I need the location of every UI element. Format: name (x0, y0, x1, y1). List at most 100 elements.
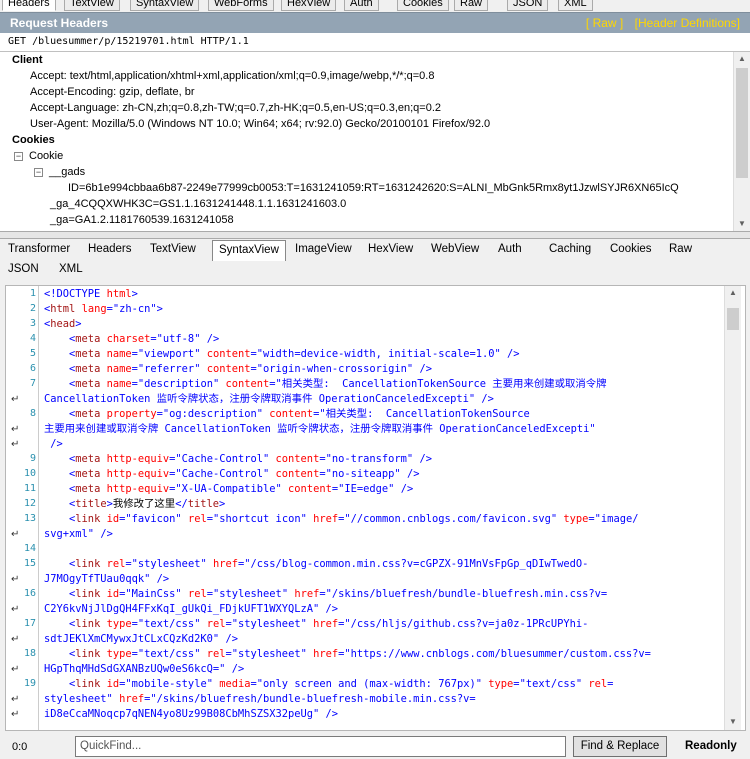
quickfind-input[interactable]: QuickFind... (75, 736, 566, 757)
header-definitions-link[interactable]: [Header Definitions] (635, 16, 740, 30)
tab-hexview[interactable]: HexView (281, 0, 337, 11)
scroll-down-arrow-icon[interactable]: ▼ (725, 715, 741, 729)
tab-webforms[interactable]: WebForms (208, 0, 274, 11)
tab-syntaxview[interactable]: SyntaxView (212, 240, 286, 261)
top-tab-strip: Headers TextView SyntaxView WebForms Hex… (0, 0, 750, 12)
gads-node[interactable]: − __gads (34, 166, 85, 178)
wrap-arrow-icon: ↵ (11, 424, 20, 435)
code-line: <meta charset="utf-8" /> (69, 333, 220, 345)
code-line: sdtJEKlXmCMywxJtCLxCQzKd2K0" /> (44, 633, 238, 645)
wrap-arrow-icon: ↵ (11, 439, 20, 450)
scroll-thumb[interactable] (727, 308, 739, 330)
tab-headers[interactable]: Headers (82, 240, 137, 260)
client-section-label: Client (12, 54, 43, 66)
line-number: 11 (23, 483, 36, 494)
code-line: <link type="text/css" rel="stylesheet" h… (69, 618, 589, 630)
line-number: 2 (29, 303, 36, 314)
code-line: <meta name="viewport" content="width=dev… (69, 348, 520, 360)
code-line: <!DOCTYPE html> (44, 288, 138, 300)
tab-webview[interactable]: WebView (425, 240, 485, 260)
tab-transformer[interactable]: Transformer (2, 240, 76, 260)
tab-raw[interactable]: Raw (454, 0, 489, 11)
scroll-down-arrow-icon[interactable]: ▼ (734, 217, 750, 231)
line-number: 13 (23, 513, 36, 524)
code-line: <link id="favicon" rel="shortcut icon" h… (69, 513, 639, 525)
tab-hexview[interactable]: HexView (362, 240, 419, 260)
pane-splitter[interactable] (0, 231, 750, 239)
cookie-ga: _ga=GA1.2.1181760539.1631241058 (50, 214, 234, 226)
line-number: 7 (29, 378, 36, 389)
code-line: <head> (44, 318, 82, 330)
cookie-node[interactable]: − Cookie (14, 150, 63, 162)
wrap-arrow-icon: ↵ (11, 529, 20, 540)
line-number-gutter: 1 2 3 4 5 6 7 ↵ 8 ↵ ↵ 9 10 11 12 13 ↵ 14 15 ↵ 16 ↵ 17 ↵ 18 ↵ 19 ↵ ↵ (6, 286, 39, 730)
headers-tree: Client Accept: text/html,application/xht… (0, 52, 750, 231)
tab-auth[interactable]: Auth (492, 240, 528, 260)
header-accept-language: Accept-Language: zh-CN,zh;q=0.8,zh-TW;q=… (30, 102, 442, 114)
wrap-arrow-icon: ↵ (11, 664, 20, 675)
response-tab-strip: Transformer Headers TextView SyntaxView … (0, 239, 750, 281)
wrap-arrow-icon: ↵ (11, 574, 20, 585)
code-line: J7MOgyTfTUau0qqk" /> (44, 573, 170, 585)
code-line: <link id="MainCss" rel="stylesheet" href… (69, 588, 608, 600)
line-number: 15 (23, 558, 36, 569)
code-line: <meta name="description" content="相关类型: … (69, 378, 607, 390)
line-number: 14 (23, 543, 36, 554)
tab-auth[interactable]: Auth (344, 0, 379, 11)
scroll-up-arrow-icon[interactable]: ▲ (734, 52, 750, 66)
syntax-editor[interactable]: 1 2 3 4 5 6 7 ↵ 8 ↵ ↵ 9 10 11 12 13 ↵ 14 15 ↵ 16 ↵ 17 ↵ 18 ↵ 19 ↵ ↵ … (5, 285, 746, 731)
tab-imageview[interactable]: ImageView (289, 240, 358, 260)
editor-scrollbar[interactable]: ▲ ▼ (724, 286, 741, 730)
tab-cookies[interactable]: Cookies (397, 0, 449, 11)
tab-textview[interactable]: TextView (64, 0, 120, 11)
request-headers-title: Request Headers (10, 16, 109, 30)
tab-xml[interactable]: XML (558, 0, 593, 11)
cookies-section-label: Cookies (12, 134, 55, 146)
line-number: 8 (29, 408, 36, 419)
request-line: GET /bluesummer/p/15219701.html HTTP/1.1 (0, 33, 750, 52)
tab-json[interactable]: JSON (2, 260, 45, 280)
code-line: svg+xml" /> (44, 528, 113, 540)
cursor-position: 0:0 (12, 741, 28, 753)
wrap-arrow-icon: ↵ (11, 709, 20, 720)
tab-cookies[interactable]: Cookies (604, 240, 658, 260)
code-line: <meta http-equiv="Cache-Control" content… (69, 453, 432, 465)
raw-link[interactable]: [ Raw ] (586, 16, 623, 30)
line-number: 17 (23, 618, 36, 629)
code-line: CancellationToken 监听令牌状态，注册令牌取消事件 Operat… (44, 393, 494, 405)
code-line: iD8eCcaMNoqcp7qNEN4yo8Uz99B08CbMhSZSX32p… (44, 708, 339, 720)
tab-xml[interactable]: XML (53, 260, 89, 280)
code-line: <title>我修改了这里</title> (69, 498, 226, 510)
code-line: 主要用来创建或取消令牌 CancellationToken 监听令牌状态，注册令… (44, 423, 596, 435)
code-line: <meta property="og:description" content=… (69, 408, 530, 420)
code-area[interactable]: <!DOCTYPE html> <html lang="zh-cn"> <head>… (44, 286, 727, 730)
line-number: 3 (29, 318, 36, 329)
line-number: 5 (29, 348, 36, 359)
header-accept-encoding: Accept-Encoding: gzip, deflate, br (30, 86, 195, 98)
tab-raw[interactable]: Raw (663, 240, 698, 260)
code-line: <html lang="zh-cn"> (44, 303, 163, 315)
scroll-up-arrow-icon[interactable]: ▲ (725, 286, 741, 300)
line-number: 4 (29, 333, 36, 344)
header-accept: Accept: text/html,application/xhtml+xml,… (30, 70, 435, 82)
wrap-arrow-icon: ↵ (11, 604, 20, 615)
tab-syntaxview[interactable]: SyntaxView (130, 0, 200, 11)
collapse-icon[interactable]: − (14, 151, 23, 161)
cookie-node-label: Cookie (29, 150, 64, 162)
code-line: <meta http-equiv="Cache-Control" content… (69, 468, 420, 480)
code-line: HGpThqMHdSdGXANBzUQw0eS6kcQ=" /> (44, 663, 245, 675)
find-replace-button[interactable]: Find & Replace (573, 736, 667, 757)
line-number: 9 (29, 453, 36, 464)
wrap-arrow-icon: ↵ (11, 694, 20, 705)
code-line: <meta name="referrer" content="origin-wh… (69, 363, 432, 375)
tab-json[interactable]: JSON (507, 0, 549, 11)
collapse-icon[interactable]: − (34, 167, 43, 177)
tab-headers[interactable]: Headers (2, 0, 56, 11)
line-number: 10 (23, 468, 36, 479)
code-line: <link rel="stylesheet" href="/css/blog-c… (69, 558, 589, 570)
tab-textview[interactable]: TextView (144, 240, 202, 260)
tab-caching[interactable]: Caching (543, 240, 597, 260)
scroll-thumb[interactable] (736, 68, 748, 178)
line-number: 18 (23, 648, 36, 659)
headers-scrollbar[interactable]: ▲ ▼ (733, 52, 750, 231)
